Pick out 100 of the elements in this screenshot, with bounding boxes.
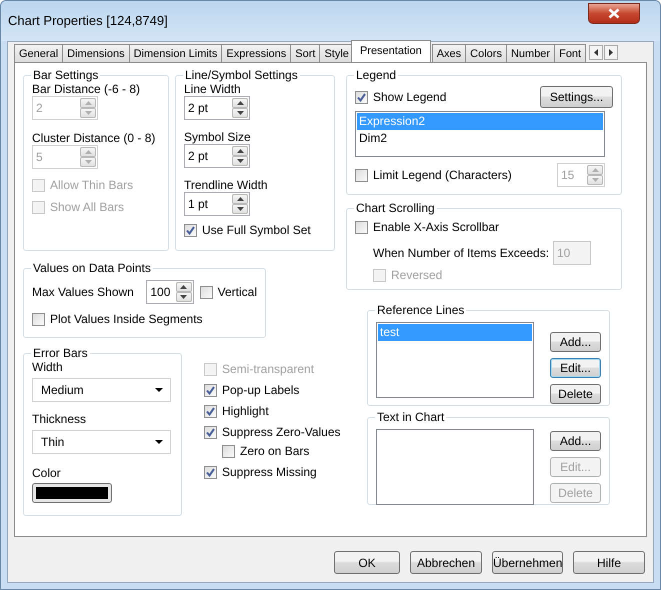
caret-icon [155, 388, 163, 392]
checkbox[interactable]: Pop-up Labels [204, 381, 340, 399]
button[interactable]: Add... [550, 332, 601, 352]
spin-box: 5 [32, 145, 98, 169]
check-icon [205, 426, 216, 438]
checkbox[interactable]: Enable X-Axis Scrollbar [355, 218, 613, 236]
tab[interactable]: Presentation [350, 40, 431, 62]
button[interactable]: OK [334, 551, 400, 574]
list-item[interactable]: Dim2 [357, 130, 603, 147]
up-arrow-icon [84, 150, 92, 154]
spin-box[interactable]: 2 pt [184, 144, 250, 168]
up-arrow-icon [180, 285, 188, 289]
number-field: 10 [553, 241, 591, 265]
group-title: Legend [355, 68, 398, 82]
check-icon [205, 466, 216, 478]
checkbox[interactable]: Zero on Bars [222, 442, 340, 460]
tab[interactable]: Font [554, 44, 586, 62]
group-title: Chart Scrolling [355, 201, 436, 215]
spin-up-button[interactable] [232, 98, 248, 108]
up-arrow-icon [84, 101, 92, 105]
spin-down-button[interactable] [232, 156, 248, 166]
spin-box: 2 [32, 96, 98, 120]
checkbox[interactable]: Highlight [204, 402, 340, 420]
tab[interactable]: Expressions [221, 44, 292, 62]
checkbox[interactable]: Plot Values Inside Segments [32, 310, 257, 328]
spin-box[interactable]: 1 pt [184, 192, 250, 216]
check-icon [205, 406, 216, 416]
checkbox[interactable]: Use Full Symbol Set [184, 221, 326, 239]
spin-box[interactable]: 100 [146, 280, 194, 304]
left-arrow-icon [594, 49, 598, 56]
tab[interactable]: Number [506, 44, 556, 62]
field-label: Symbol Size [184, 130, 252, 144]
spin-down-button[interactable] [176, 292, 192, 302]
caret-icon [155, 440, 163, 444]
tab[interactable]: Dimensions [62, 44, 130, 62]
button[interactable]: Übernehmen [492, 551, 563, 574]
tab[interactable]: General [14, 44, 64, 62]
button[interactable]: Delete [550, 384, 601, 404]
group-title: Error Bars [32, 346, 89, 360]
up-arrow-icon [592, 168, 598, 172]
button[interactable]: Abbrechen [410, 551, 482, 574]
spin-down-button[interactable] [232, 108, 248, 118]
spin-box: 15 [557, 163, 605, 187]
spin-down-button[interactable] [232, 204, 248, 214]
field-label: Width [32, 360, 64, 374]
up-arrow-icon [236, 101, 244, 105]
field-label: When Number of Items Exceeds: [373, 246, 550, 260]
button[interactable]: Add... [550, 431, 601, 451]
color-button[interactable] [32, 483, 112, 503]
field-label: Line Width [184, 82, 242, 96]
down-arrow-icon [236, 207, 244, 211]
spin-up-button[interactable] [176, 282, 192, 292]
dropdown[interactable]: Thin [32, 430, 171, 454]
tab[interactable]: Axes [432, 44, 466, 62]
close-button[interactable] [588, 3, 640, 24]
right-arrow-icon [609, 49, 614, 56]
down-arrow-icon [180, 295, 188, 299]
down-arrow-icon [236, 159, 244, 163]
check-icon [205, 384, 216, 396]
group-title: Bar Settings [32, 68, 100, 82]
spin-box[interactable]: 2 pt [184, 96, 250, 120]
checkbox[interactable]: Show Legend [355, 88, 446, 106]
list-box[interactable] [376, 429, 534, 505]
group-title: Reference Lines [376, 303, 466, 317]
button[interactable]: Hilfe [573, 551, 645, 574]
spin-up-button[interactable] [232, 194, 248, 204]
window-title: Chart Properties [124,8749] [8, 13, 169, 28]
dropdown[interactable]: Medium [32, 378, 171, 402]
field-label: Cluster Distance (0 - 8) [32, 131, 156, 145]
button[interactable]: Edit... [550, 358, 601, 378]
button[interactable]: Settings... [540, 86, 613, 108]
close-icon [608, 8, 620, 19]
checkbox[interactable]: Vertical [200, 283, 257, 301]
down-arrow-icon [84, 111, 92, 115]
tab[interactable]: Sort [290, 44, 320, 62]
down-arrow-icon [592, 178, 598, 182]
field-label: Max Values Shown [32, 285, 135, 299]
down-arrow-icon [236, 111, 244, 115]
up-arrow-icon [236, 149, 244, 153]
spin-up-button[interactable] [232, 146, 248, 156]
checkbox[interactable]: Limit Legend (Characters) [355, 166, 512, 184]
field-label: Trendline Width [184, 178, 269, 192]
checkbox[interactable]: Suppress Zero-Values [204, 423, 340, 441]
group-title: Line/Symbol Settings [184, 68, 299, 82]
field-label: Color [32, 466, 62, 480]
tab[interactable]: Colors [465, 44, 507, 62]
field-label: Thickness [32, 412, 88, 426]
group-title: Values on Data Points [32, 261, 152, 275]
field-label: Bar Distance (-6 - 8) [32, 82, 142, 96]
tab-scroll-left-button[interactable] [589, 45, 604, 60]
tab-scroll-right-button[interactable] [604, 45, 618, 60]
legend-list[interactable]: Expression2 Dim2 [355, 111, 605, 157]
up-arrow-icon [236, 197, 244, 201]
down-arrow-icon [84, 160, 92, 164]
tab[interactable]: Dimension Limits [128, 44, 222, 62]
tab[interactable]: Style [319, 44, 354, 62]
checkbox[interactable]: Suppress Missing [204, 463, 340, 481]
check-icon [185, 224, 196, 236]
group-title: Text in Chart [376, 410, 446, 424]
check-icon [356, 92, 367, 102]
